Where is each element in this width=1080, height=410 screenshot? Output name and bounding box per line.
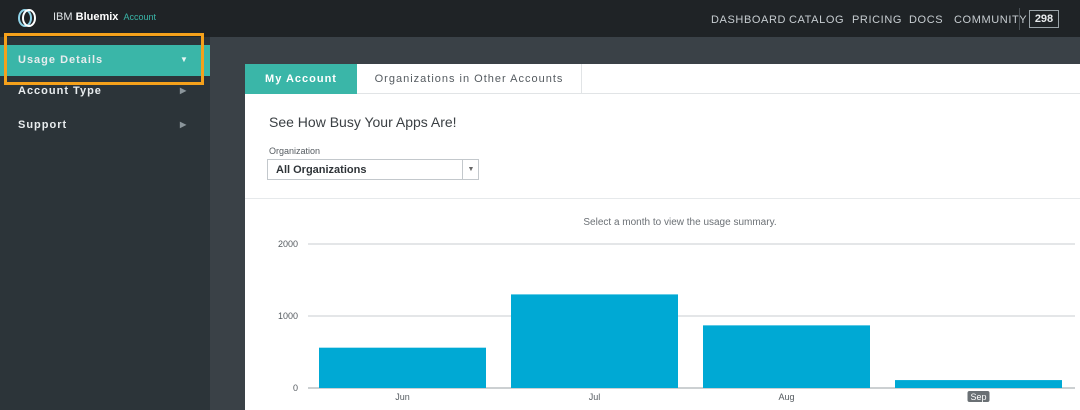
x-tick-label-aug[interactable]: Aug [778,392,794,402]
bar-jun[interactable] [319,347,486,388]
nav-pricing[interactable]: PRICING [852,14,902,26]
dropdown-arrow-icon[interactable]: ▼ [462,160,479,179]
y-tick-label: 1000 [278,311,298,321]
nav-dashboard[interactable]: DASHBOARD [711,14,786,26]
x-tick-label-jun[interactable]: Jun [395,392,410,402]
usage-card: My Account Organizations in Other Accoun… [245,64,1080,410]
selection-highlight [4,33,204,85]
brand-name: Bluemix [75,11,119,23]
bar-jul[interactable] [511,294,678,388]
top-bar: IBM Bluemix Account DASHBOARD CATALOG PR… [0,0,1080,37]
nav-catalog[interactable]: CATALOG [789,14,844,26]
bar-aug[interactable] [703,325,870,388]
section-divider [245,198,1080,199]
x-tick-label-sep[interactable]: Sep [970,392,986,402]
chevron-right-icon: ▶ [180,120,188,129]
brand-prefix: IBM [53,11,76,23]
tab-other-organizations[interactable]: Organizations in Other Accounts [357,64,582,94]
tab-my-account[interactable]: My Account [245,64,357,94]
page-title: See How Busy Your Apps Are! [269,114,457,130]
nav-divider [1019,8,1020,30]
y-tick-label: 0 [293,383,298,393]
y-tick-label: 2000 [278,239,298,249]
brand-suffix: Account [123,12,157,22]
brand-title[interactable]: IBM Bluemix Account [53,11,156,23]
nav-docs[interactable]: DOCS [909,14,943,26]
sidebar-item-label: Account Type [18,85,102,97]
organization-select-value: All Organizations [276,164,367,176]
organization-label: Organization [269,146,321,156]
chevron-right-icon: ▶ [180,86,188,95]
sidebar-item-support[interactable]: Support ▶ [0,110,210,141]
x-tick-label-jul[interactable]: Jul [589,392,601,402]
usage-bar-chart: 0 1000 2000 Jun Jul Aug Sep [278,239,1075,402]
notification-badge[interactable]: 298 [1029,10,1059,28]
sidebar: Usage Details ▼ Account Type ▶ Support ▶ [0,37,210,410]
sidebar-item-label: Support [18,119,68,131]
bar-sep[interactable] [895,380,1062,388]
nav-community[interactable]: COMMUNITY [954,14,1027,26]
organization-select[interactable]: All Organizations ▼ [267,159,479,180]
account-tabs: My Account Organizations in Other Accoun… [245,64,1080,94]
bluemix-logo-icon[interactable] [17,8,37,28]
